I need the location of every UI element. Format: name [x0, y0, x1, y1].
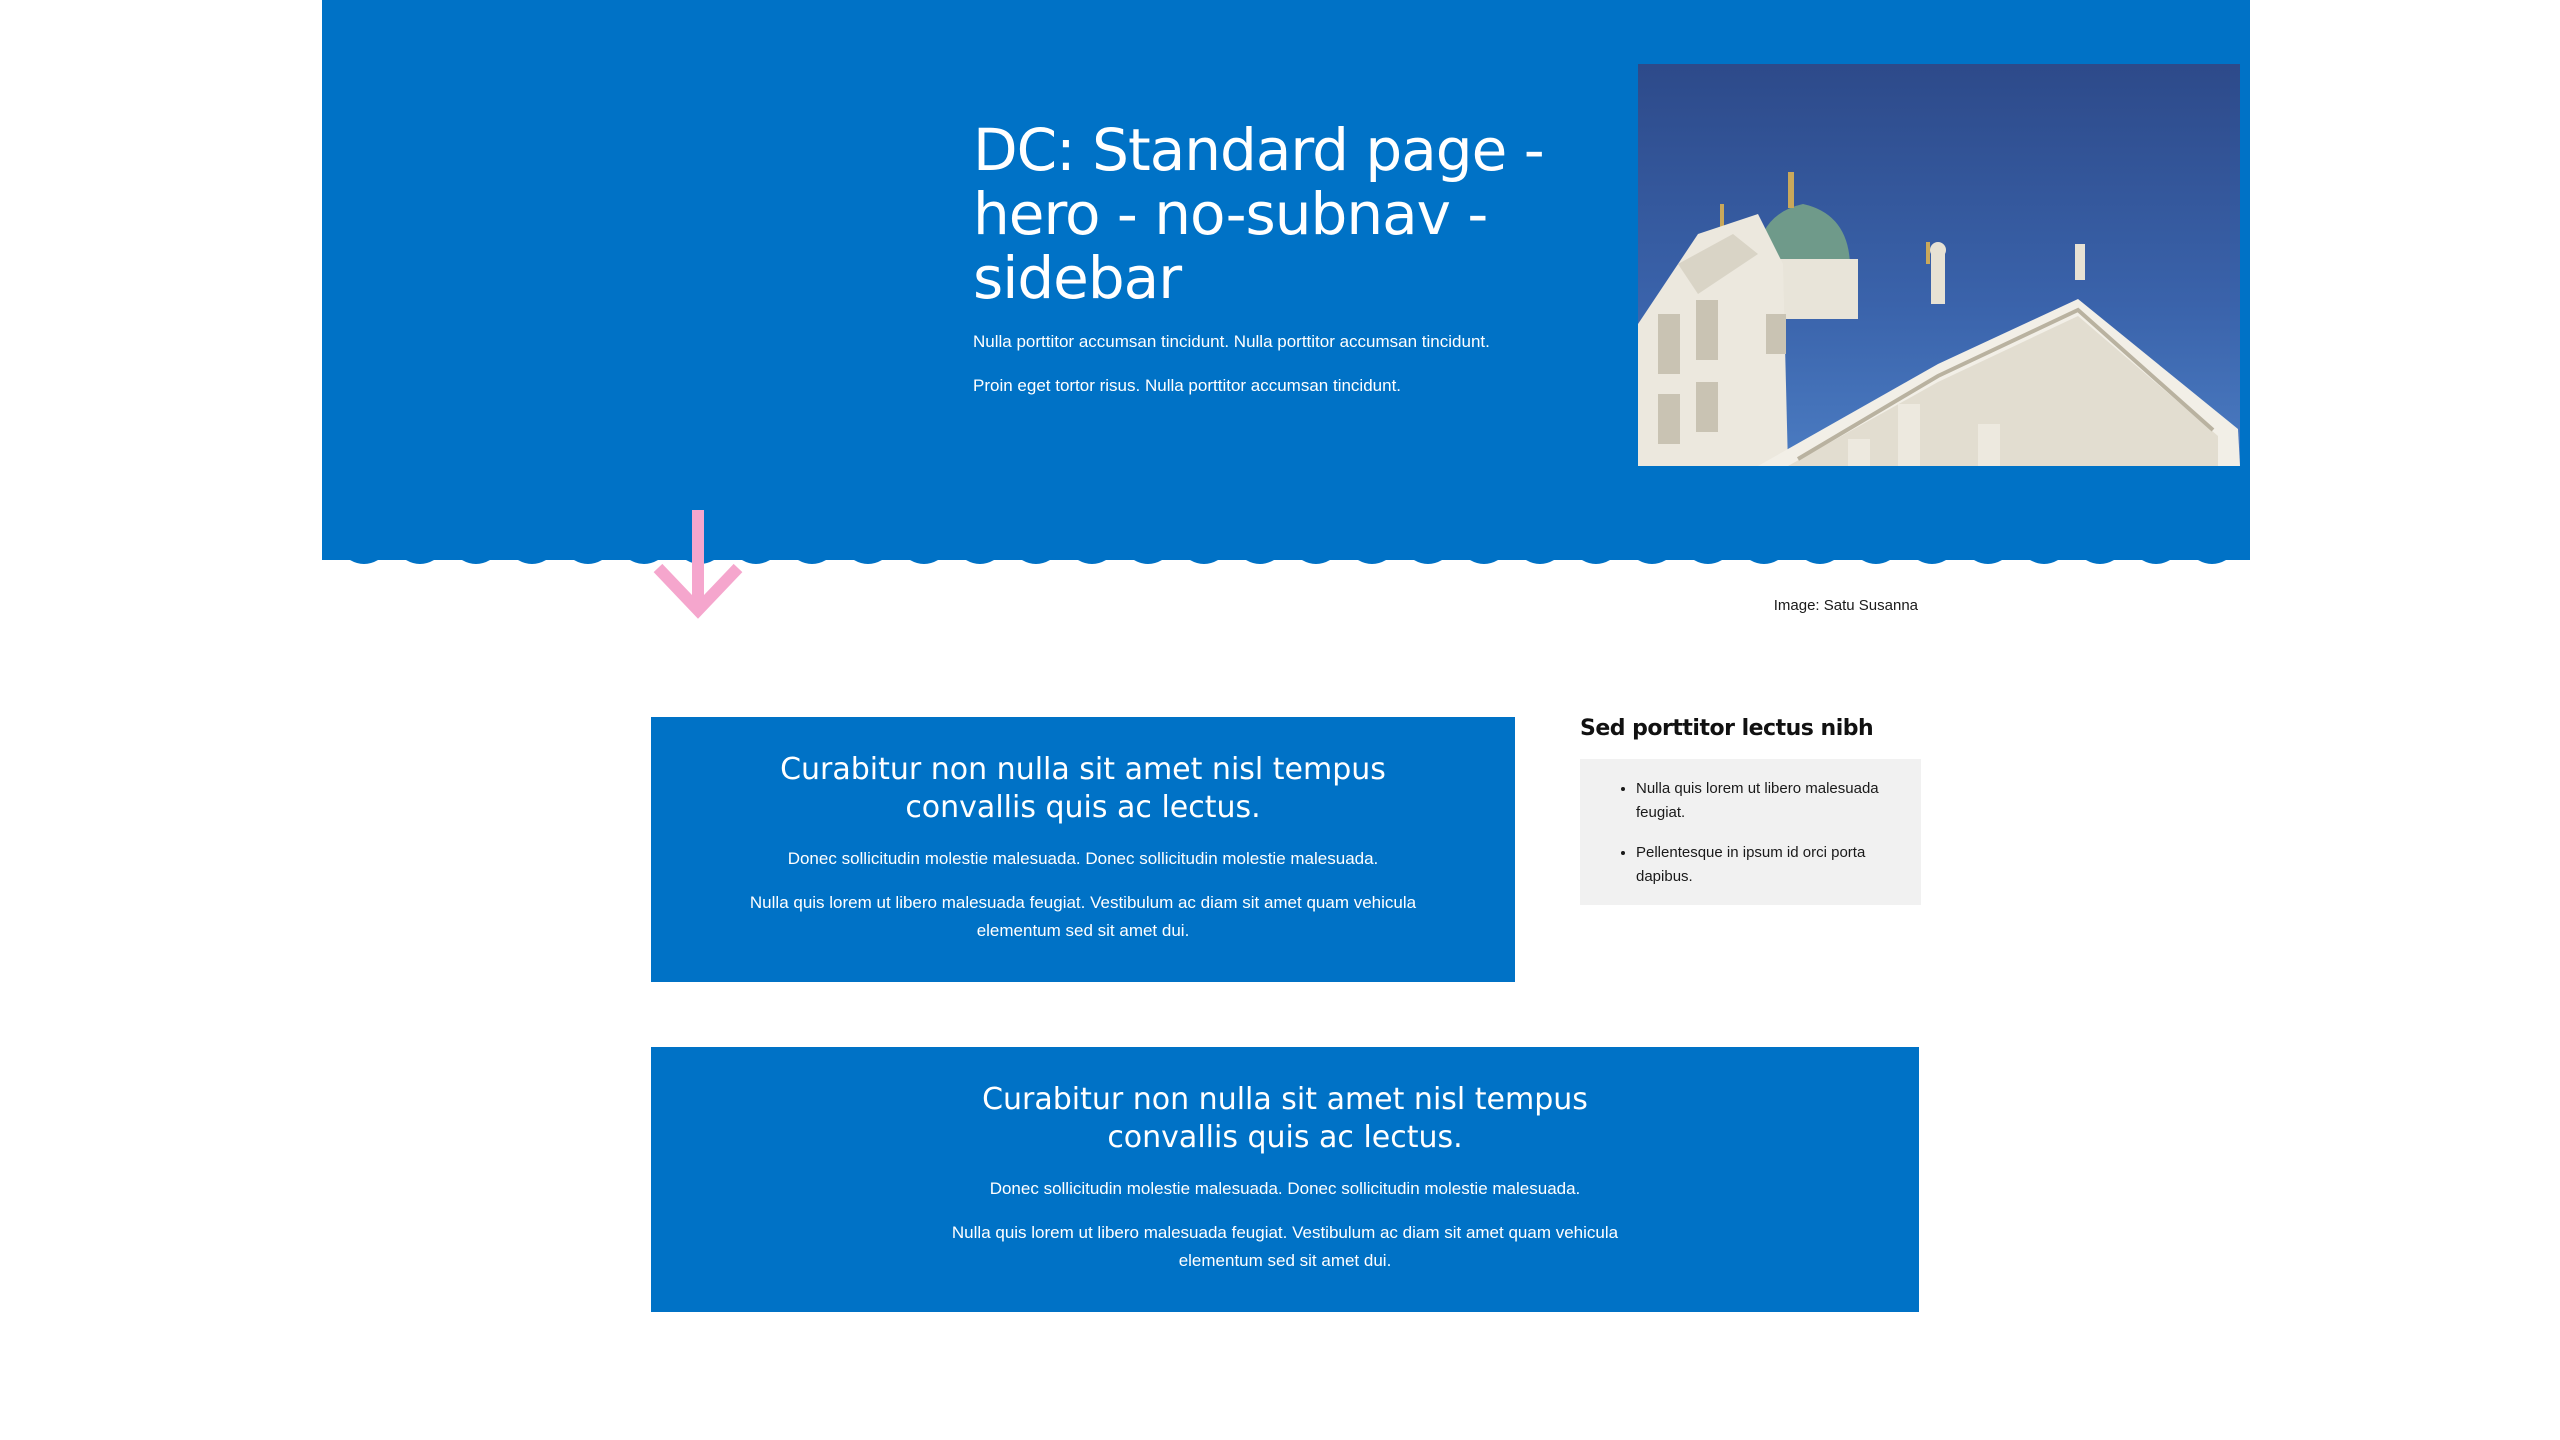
highlight-card-2: Curabitur non nulla sit amet nisl tempus…	[651, 1047, 1919, 1312]
cathedral-photo	[1638, 64, 2240, 466]
sidebar: Sed porttitor lectus nibh Nulla quis lor…	[1580, 716, 1921, 905]
hero-text: DC: Standard page - hero - no-subnav - s…	[973, 118, 1553, 418]
card-title: Curabitur non nulla sit amet nisl tempus…	[982, 1082, 1588, 1155]
hero-image	[1638, 64, 2240, 466]
highlight-card-1: Curabitur non nulla sit amet nisl tempus…	[651, 717, 1515, 982]
image-caption: Image: Satu Susanna	[1773, 597, 1918, 614]
sidebar-title: Sed porttitor lectus nibh	[1580, 716, 1874, 741]
page: DC: Standard page - hero - no-subnav - s…	[0, 0, 2560, 1440]
card-title: Curabitur non nulla sit amet nisl tempus…	[780, 752, 1386, 825]
page-title: DC: Standard page - hero - no-subnav - s…	[973, 116, 1545, 312]
hero-section: DC: Standard page - hero - no-subnav - s…	[322, 0, 2250, 560]
hero-paragraph-1: Nulla porttitor accumsan tincidunt. Null…	[973, 332, 1490, 351]
sidebar-list: Nulla quis lorem ut libero malesuada feu…	[1604, 777, 1897, 889]
arrow-down-icon[interactable]	[652, 510, 744, 622]
hero-paragraph-2: Proin eget tortor risus. Nulla porttitor…	[973, 376, 1402, 395]
list-item: Pellentesque in ipsum id orci porta dapi…	[1636, 841, 1897, 889]
hero-wave-edge	[322, 540, 2250, 564]
list-item: Nulla quis lorem ut libero malesuada feu…	[1636, 777, 1897, 825]
card-paragraph-1: Donec sollicitudin molestie malesuada. D…	[989, 1179, 1581, 1198]
card-paragraph-2: Nulla quis lorem ut libero malesuada feu…	[951, 1223, 1619, 1270]
sidebar-box: Nulla quis lorem ut libero malesuada feu…	[1580, 759, 1921, 905]
card-paragraph-2: Nulla quis lorem ut libero malesuada feu…	[749, 893, 1417, 940]
card-paragraph-1: Donec sollicitudin molestie malesuada. D…	[787, 849, 1379, 868]
